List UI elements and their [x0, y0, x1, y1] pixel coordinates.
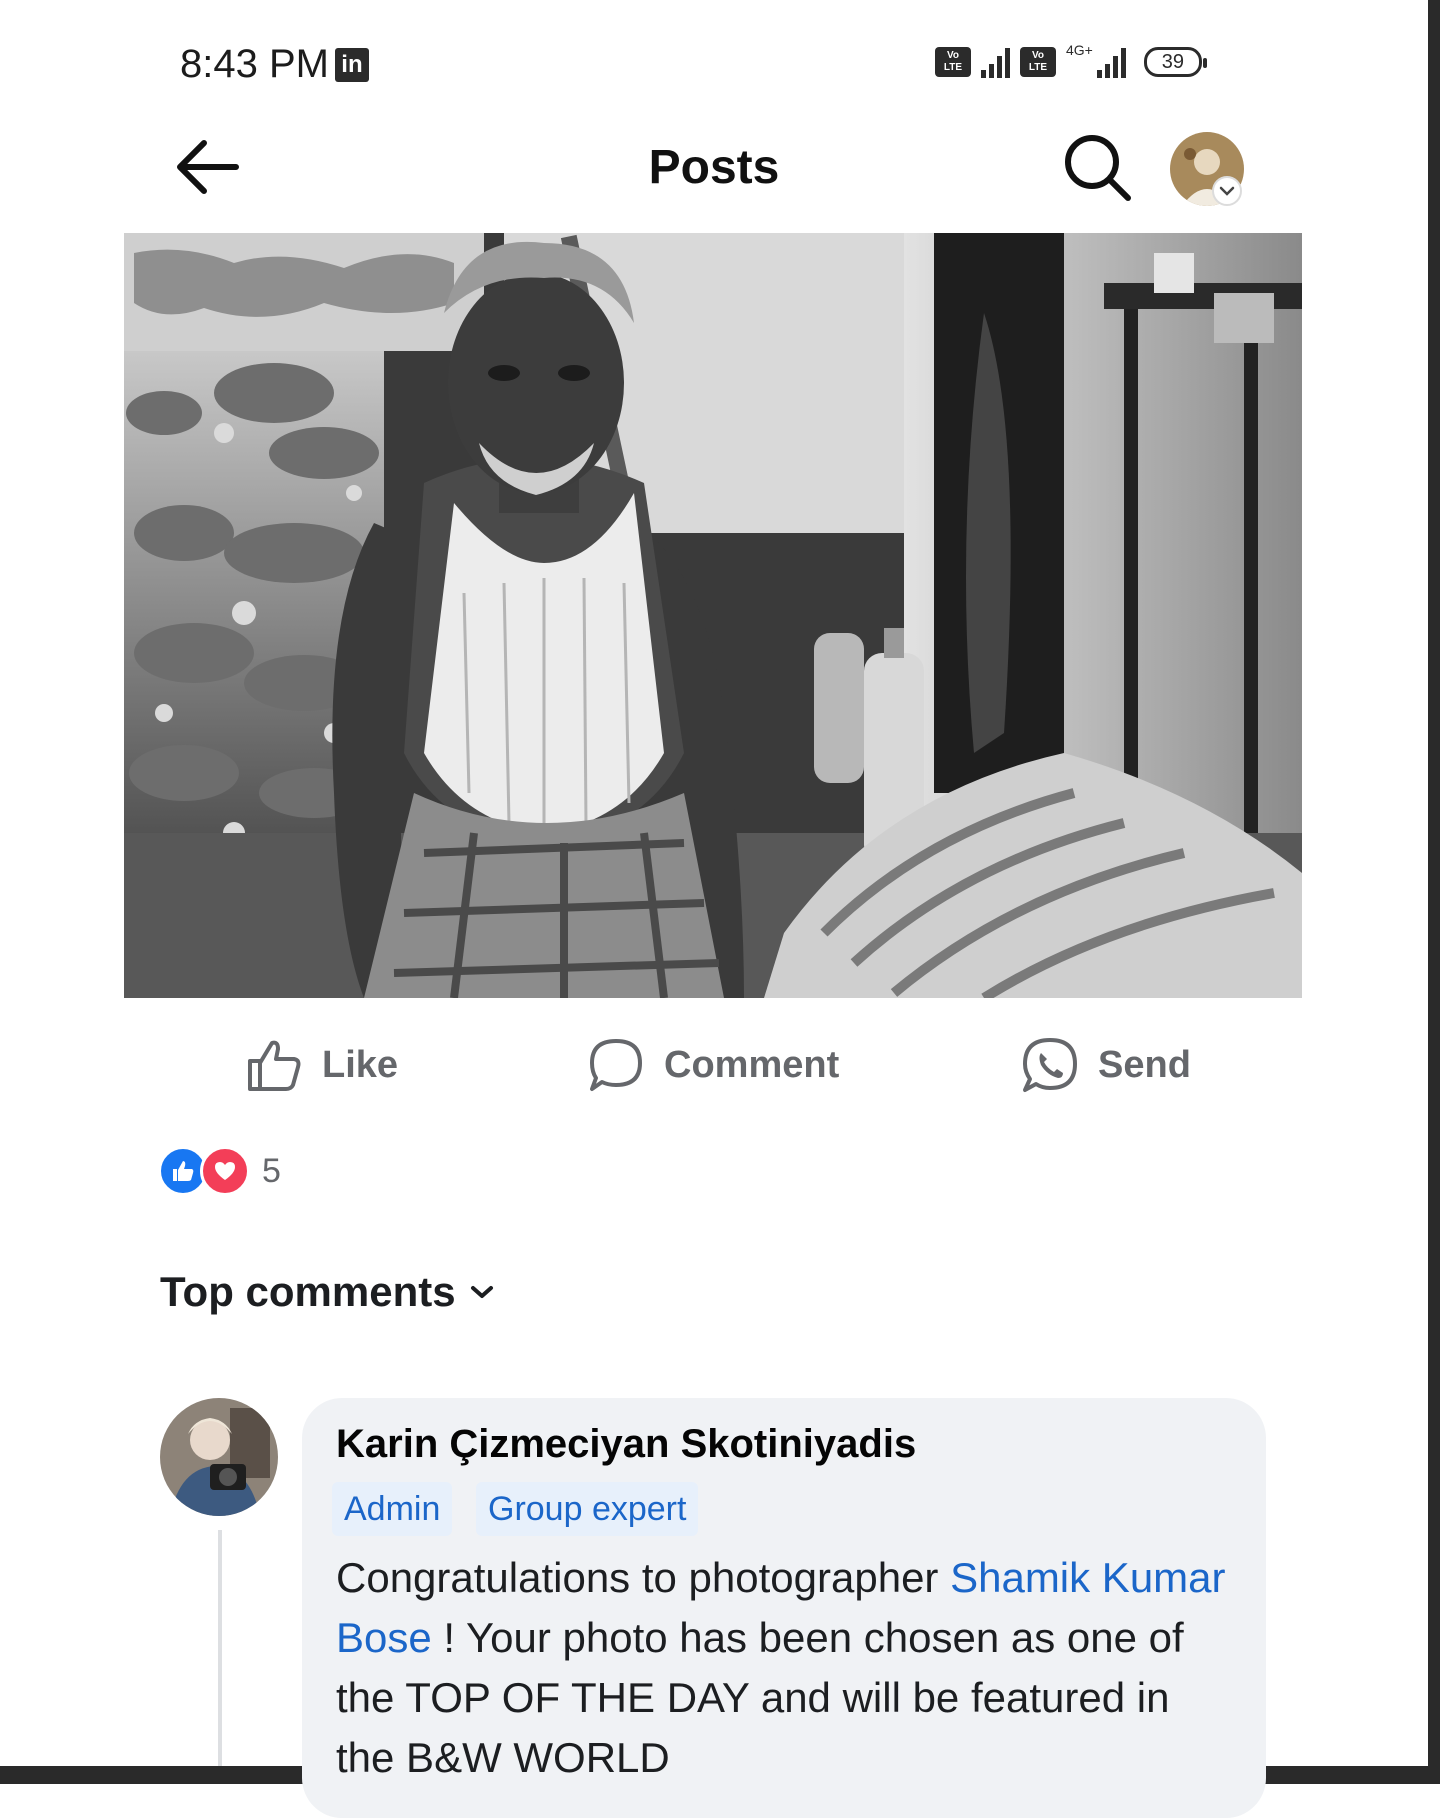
comment-author-name[interactable]: Karin Çizmeciyan Skotiniyadis	[336, 1422, 916, 1467]
volte-icon-2: Vo LTE	[1020, 47, 1056, 77]
status-bar-time: 8:43 PM in	[180, 42, 369, 87]
comment-button[interactable]: Comment	[586, 1030, 839, 1100]
group-expert-badge[interactable]: Group expert	[476, 1482, 699, 1536]
comment-icon	[590, 1039, 642, 1091]
like-label: Like	[322, 1043, 399, 1086]
avatar-image	[160, 1398, 278, 1516]
clock-text: 8:43 PM	[180, 42, 329, 86]
post-action-bar: Like Comment Send	[124, 1030, 1302, 1100]
battery-level: 39	[1161, 50, 1184, 73]
comment-text: Congratulations to photographer Shamik K…	[336, 1548, 1236, 1788]
linkedin-icon: in	[334, 47, 369, 82]
reaction-count: 5	[262, 1151, 281, 1190]
photo-portrait-image	[124, 233, 1302, 998]
network-type-label: 4G+	[1066, 42, 1093, 58]
comment-label: Comment	[664, 1043, 840, 1086]
chevron-down-icon[interactable]	[1212, 176, 1242, 206]
admin-badge[interactable]: Admin	[332, 1482, 453, 1536]
comment-sort-dropdown[interactable]: Top comments	[160, 1268, 494, 1316]
comment-bubble: Karin Çizmeciyan Skotiniyadis Admin Grou…	[302, 1398, 1266, 1818]
comment-sort-label: Top comments	[160, 1268, 456, 1315]
comment-thread-line	[218, 1530, 222, 1766]
post-photo[interactable]	[124, 233, 1302, 998]
window-edge-right	[1428, 0, 1440, 1784]
search-icon	[1065, 135, 1131, 201]
love-reaction-icon	[200, 1146, 250, 1196]
status-bar-indicators: Vo LTE Vo LTE 4G+ 39	[935, 42, 1207, 78]
comment-text-before: Congratulations to photographer	[336, 1554, 951, 1601]
send-label: Send	[1098, 1043, 1191, 1086]
whatsapp-icon	[1023, 1038, 1077, 1092]
thumbs-up-icon	[248, 1040, 301, 1091]
signal-1-icon	[981, 46, 1010, 78]
commenter-avatar[interactable]	[160, 1398, 278, 1516]
reaction-summary[interactable]: 5	[158, 1146, 281, 1196]
chevron-down-icon	[470, 1286, 493, 1298]
like-button[interactable]: Like	[244, 1030, 398, 1100]
search-button[interactable]	[1060, 130, 1134, 204]
battery-icon: 39	[1143, 47, 1207, 77]
send-button[interactable]: Send	[1020, 1030, 1191, 1100]
comment-text-after: ! Your photo has been chosen as one of t…	[336, 1614, 1184, 1781]
volte-icon: Vo LTE	[935, 47, 971, 77]
signal-2-icon	[1096, 46, 1126, 78]
